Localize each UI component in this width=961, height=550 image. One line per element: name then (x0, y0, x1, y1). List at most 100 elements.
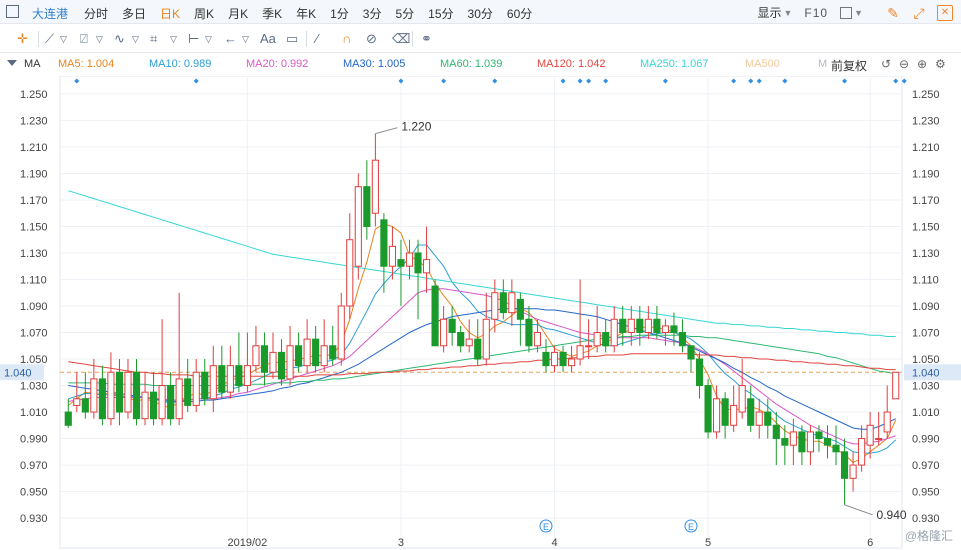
period-tab[interactable]: 周K (194, 5, 214, 22)
period-tab[interactable]: 分时 (84, 5, 108, 22)
candle-body (721, 398, 729, 426)
chevron-down-icon[interactable]: ▽ (132, 31, 139, 47)
range-icon[interactable]: ⊢ (188, 31, 199, 47)
y-tick-label: 1.210 (912, 142, 940, 154)
link-icon[interactable]: ⚭ (421, 31, 432, 47)
candlestick-chart[interactable]: 1.250 1.250 1.230 1.230 1.210 1.210 1.190 1.190… (0, 76, 961, 550)
candle-body (90, 378, 98, 413)
chevron-down-icon[interactable]: ▽ (170, 31, 177, 47)
y-tick-label: 1.030 (20, 381, 48, 393)
candle-body (764, 411, 772, 426)
candle-body (422, 259, 431, 274)
layout-toggle-icon[interactable] (6, 5, 19, 18)
adjust-mode-dropdown[interactable]: 前复权 (831, 57, 867, 74)
candle-body (141, 391, 149, 420)
candle-body (115, 371, 124, 413)
candle-body (636, 318, 644, 334)
text-icon[interactable]: Aa (260, 31, 276, 47)
y-tick-label: 1.190 (20, 168, 48, 180)
zoom-out-icon[interactable]: ⊖ (899, 57, 909, 71)
f10-button[interactable]: F10 (804, 6, 828, 20)
pen-icon[interactable]: ⁄ (316, 31, 318, 47)
candle-body (576, 345, 584, 360)
chevron-down-icon[interactable]: ▽ (205, 31, 212, 47)
candle-body (243, 365, 251, 387)
candle-body (260, 345, 269, 373)
x-tick-label: 3 (398, 537, 404, 549)
line-icon[interactable]: ⟋ (45, 31, 54, 47)
ma-legend-item[interactable]: MA60: 1.039 (440, 58, 502, 70)
ma-legend-item[interactable]: MA20: 0.992 (246, 58, 308, 70)
y-tick-label: 1.150 (912, 221, 940, 233)
event-e-label: E (543, 522, 549, 532)
chevron-down-icon[interactable]: ▼ (783, 8, 792, 18)
period-tabs: 分时 多日 日K 周K 月K 季K 年K 1分 3分 5分 15分 30分 60分 (84, 5, 546, 22)
ma-legend-item[interactable]: MA500 (745, 58, 780, 70)
y-tick-label: 1.070 (20, 328, 48, 340)
ma-legend-item[interactable]: M (818, 58, 827, 70)
hide-icon[interactable]: ⊘ (366, 31, 377, 47)
y-tick-label: 1.250 (20, 89, 48, 101)
pen-icon[interactable]: ✎ (885, 5, 901, 21)
period-tab[interactable]: 60分 (507, 5, 532, 22)
candle-body (132, 371, 141, 420)
candle-body (175, 378, 183, 420)
stock-name[interactable]: 大连港 (32, 5, 68, 22)
candle-body (550, 351, 559, 367)
trash-icon[interactable]: ⌫ (392, 31, 410, 47)
candle-body (789, 431, 797, 446)
candle-body (875, 438, 883, 441)
period-tab[interactable]: 1分 (330, 5, 349, 22)
period-tab[interactable]: 3分 (363, 5, 382, 22)
undo-icon[interactable]: ↺ (881, 57, 891, 71)
ma-legend-item[interactable]: MA120: 1.042 (537, 58, 606, 70)
current-price-label: 1.040 (4, 367, 32, 379)
crosshair-icon[interactable]: ✛ (17, 31, 28, 47)
candle-body (542, 351, 550, 367)
candle-body (184, 378, 192, 406)
settings-icon[interactable]: ⚙ (935, 57, 946, 71)
event-marker-icon (193, 78, 199, 84)
low-leader-line (844, 504, 873, 516)
candle-body (448, 318, 456, 334)
period-tab[interactable]: 15分 (428, 5, 453, 22)
zoom-in-icon[interactable]: ⊕ (917, 57, 927, 71)
chevron-down-icon[interactable]: ▽ (242, 31, 249, 47)
period-tab[interactable]: 5分 (395, 5, 414, 22)
ma-legend-item[interactable]: MA250: 1.067 (640, 58, 709, 70)
chevron-down-icon[interactable]: ▽ (96, 31, 103, 47)
period-tab[interactable]: 多日 (122, 5, 146, 22)
ma-legend-item[interactable]: MA30: 1.005 (343, 58, 405, 70)
magnet-icon[interactable]: ∩ (342, 31, 351, 47)
period-tab[interactable]: 30分 (468, 5, 493, 22)
candle-body (150, 391, 158, 420)
candle-body (713, 398, 721, 433)
candle-body (269, 351, 277, 373)
event-marker-icon (441, 78, 447, 84)
y-tick-label: 0.990 (20, 434, 48, 446)
display-dropdown[interactable]: 显示 (757, 4, 781, 21)
measure-icon[interactable]: ⌗ (150, 31, 157, 47)
ma-legend-item[interactable]: MA10: 0.989 (149, 58, 211, 70)
candle-body (695, 358, 704, 387)
arrow-icon[interactable]: ← (224, 31, 237, 47)
collapse-triangle-icon[interactable] (7, 60, 17, 66)
expand-icon[interactable]: ⤢ (911, 5, 927, 21)
ray-icon[interactable]: ⍁ (80, 31, 88, 47)
watermark: @格隆汇 (904, 529, 953, 543)
ma-line-ma60 (68, 334, 896, 386)
wave-icon[interactable]: ∿ (114, 31, 125, 47)
period-tab[interactable]: 年K (296, 5, 316, 22)
chevron-down-icon[interactable]: ▽ (60, 31, 67, 47)
ma-title[interactable]: MA (24, 58, 41, 70)
comment-icon[interactable]: ▭ (286, 31, 298, 47)
period-tab[interactable]: 月K (228, 5, 248, 22)
period-tab[interactable]: 季K (262, 5, 282, 22)
high-price-label: 1.220 (401, 120, 431, 134)
ma-legend-item[interactable]: MA5: 1.004 (58, 58, 114, 70)
close-icon[interactable]: ✕ (937, 4, 953, 21)
period-tab[interactable]: 日K (160, 5, 180, 22)
checkbox-icon[interactable] (840, 6, 853, 19)
candle-body (627, 318, 635, 334)
chevron-down-icon[interactable]: ▼ (854, 8, 863, 18)
